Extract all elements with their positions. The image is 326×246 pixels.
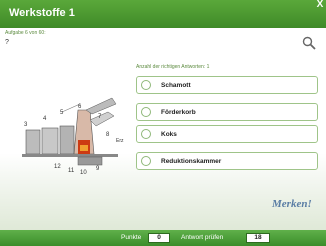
diagram-label: Erz	[116, 138, 124, 144]
radio-button[interactable]	[141, 156, 151, 166]
window-title: Werkstoffe 1	[9, 7, 75, 19]
answer-label: Förderkorb	[161, 109, 196, 116]
blast-furnace-diagram: 3 4 5 6 7 8 Erz 12 11 10 9	[22, 97, 124, 176]
answer-option-reduktionskammer[interactable]: Reduktionskammer	[136, 152, 318, 170]
diagram-label: 4	[43, 116, 47, 122]
answer-option-koks[interactable]: Koks	[136, 125, 318, 143]
diagram-label: 5	[60, 110, 64, 116]
task-counter: Aufgabe 6 von 60:	[5, 30, 46, 36]
answer-label: Reduktionskammer	[161, 158, 222, 165]
correct-answers-count: Anzahl der richtigen Antworten: 1	[136, 64, 210, 70]
diagram-label: 9	[96, 166, 100, 172]
diagram-label: 8	[106, 132, 110, 138]
radio-button[interactable]	[141, 129, 151, 139]
main-content: Aufgabe 6 von 60: ? Anzahl der richtigen…	[0, 28, 326, 230]
magnifier-icon[interactable]	[302, 36, 316, 50]
answer-label: Koks	[161, 131, 177, 138]
diagram-label: 6	[78, 104, 82, 110]
points-value: 0	[148, 233, 170, 243]
radio-button[interactable]	[141, 80, 151, 90]
diagram-label: 11	[68, 168, 75, 174]
question-text: ?	[5, 39, 9, 46]
diagram-label: 10	[80, 170, 87, 176]
title-bar: Werkstoffe 1 X	[0, 0, 326, 28]
answer-label: Schamott	[161, 82, 191, 89]
timer-value: 18	[246, 233, 270, 243]
answer-option-foerderkorb[interactable]: Förderkorb	[136, 103, 318, 121]
diagram-label: 12	[54, 164, 61, 170]
radio-button[interactable]	[141, 107, 151, 117]
points-label: Punkte	[121, 234, 142, 241]
check-answer-button[interactable]: Antwort prüfen	[181, 234, 223, 241]
footer-bar: Punkte 0 Antwort prüfen 18	[0, 230, 326, 246]
answer-option-schamott[interactable]: Schamott	[136, 76, 318, 94]
merken-button[interactable]: Merken!	[272, 198, 312, 210]
diagram-label: 3	[24, 122, 28, 128]
close-icon[interactable]: X	[315, 0, 325, 10]
